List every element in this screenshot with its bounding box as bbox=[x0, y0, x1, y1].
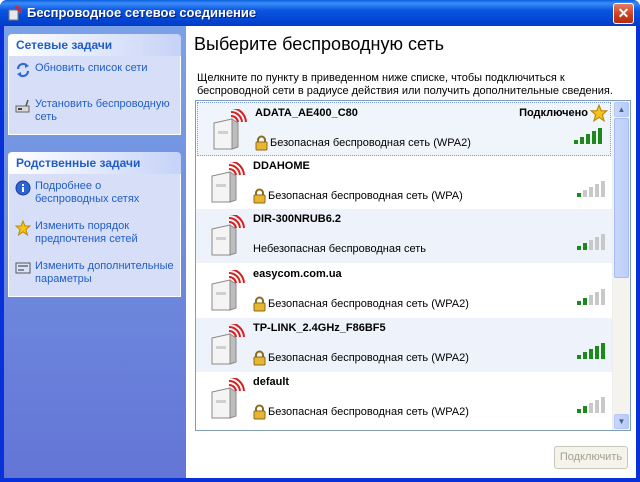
wireless-router-icon bbox=[211, 215, 245, 256]
refresh-network-list-label: Обновить список сети bbox=[35, 62, 148, 74]
close-button[interactable]: ✕ bbox=[613, 3, 634, 24]
network-ssid: DIR-300NRUB6.2 bbox=[253, 213, 342, 225]
security-type: Безопасная беспроводная сеть (WPA2) bbox=[268, 406, 469, 418]
wireless-network-icon bbox=[8, 5, 22, 21]
setup-network-icon bbox=[15, 99, 30, 113]
lock-icon bbox=[255, 135, 268, 151]
learn-about-wireless-link[interactable]: Подробнее о беспроводных сетях bbox=[9, 180, 180, 214]
network-ssid: easycom.com.ua bbox=[253, 268, 342, 280]
setup-wireless-network-link[interactable]: Установить беспроводную сеть bbox=[9, 90, 180, 132]
security-type: Безопасная беспроводная сеть (WPA2) bbox=[268, 298, 469, 310]
network-item[interactable]: TP-LINK_2.4GHz_F86BF5 Безопасная беспров… bbox=[196, 318, 613, 372]
related-tasks-body: Подробнее о беспроводных сетях Изменить … bbox=[8, 174, 181, 297]
connect-button[interactable]: Подключить bbox=[554, 446, 628, 469]
network-tasks-header[interactable]: Сетевые задачи bbox=[8, 34, 181, 56]
security-type: Безопасная беспроводная сеть (WPA) bbox=[268, 190, 463, 202]
wireless-connection-window: Беспроводное сетевое соединение ✕ Сетевы… bbox=[0, 0, 640, 482]
window-title: Беспроводное сетевое соединение bbox=[27, 5, 257, 20]
star-icon bbox=[15, 220, 31, 236]
related-tasks-group: Родственные задачи Подробнее о беспровод… bbox=[8, 152, 181, 297]
wireless-router-icon bbox=[211, 270, 245, 311]
connection-status: Подключено bbox=[519, 107, 588, 119]
wireless-router-icon bbox=[213, 109, 247, 150]
wireless-router-icon bbox=[211, 324, 245, 365]
network-item[interactable]: ADATA_AE400_C80 Подключено Безопасная бе… bbox=[197, 102, 611, 156]
wireless-router-icon bbox=[211, 378, 245, 419]
network-tasks-body: Обновить список сети Установить беспрово… bbox=[8, 56, 181, 135]
lock-icon bbox=[253, 350, 266, 366]
lock-icon bbox=[253, 296, 266, 312]
signal-strength-icon bbox=[577, 234, 605, 250]
network-item[interactable]: DDAHOME Безопасная беспроводная сеть (WP… bbox=[196, 156, 613, 210]
network-ssid: ADATA_AE400_C80 bbox=[255, 107, 358, 119]
main-panel: Выберите беспроводную сеть Щелкните по п… bbox=[187, 26, 636, 478]
lock-icon bbox=[253, 404, 266, 420]
network-item[interactable]: easycom.com.ua Безопасная беспроводная с… bbox=[196, 264, 613, 318]
scroll-down-button[interactable]: ▼ bbox=[614, 414, 629, 429]
wireless-router-icon bbox=[211, 162, 245, 203]
signal-strength-icon bbox=[577, 181, 605, 197]
setup-wireless-network-label: Установить беспроводную сеть bbox=[35, 98, 170, 123]
signal-strength-icon bbox=[574, 128, 602, 144]
page-title: Выберите беспроводную сеть bbox=[194, 34, 445, 54]
security-type: Безопасная беспроводная сеть (WPA2) bbox=[268, 352, 469, 364]
related-tasks-header[interactable]: Родственные задачи bbox=[8, 152, 181, 174]
title-bar[interactable]: Беспроводное сетевое соединение ✕ bbox=[0, 0, 640, 26]
security-type: Небезопасная беспроводная сеть bbox=[253, 243, 427, 255]
window-client: Сетевые задачи Обновить список сети Уста… bbox=[4, 26, 636, 478]
change-advanced-settings-link[interactable]: Изменить дополнительные параметры bbox=[9, 254, 180, 294]
scroll-up-button[interactable]: ▲ bbox=[614, 102, 629, 117]
preferred-star-icon bbox=[590, 104, 608, 122]
learn-about-wireless-label: Подробнее о беспроводных сетях bbox=[35, 180, 140, 205]
vertical-scrollbar[interactable]: ▲ ▼ bbox=[612, 101, 630, 430]
settings-icon bbox=[15, 262, 31, 274]
network-item[interactable]: DIR-300NRUB6.2 Небезопасная беспроводная… bbox=[196, 209, 613, 263]
signal-strength-icon bbox=[577, 343, 605, 359]
network-ssid: default bbox=[253, 376, 290, 388]
task-pane: Сетевые задачи Обновить список сети Уста… bbox=[4, 26, 186, 478]
lock-icon bbox=[253, 188, 266, 204]
network-tasks-group: Сетевые задачи Обновить список сети Уста… bbox=[8, 34, 181, 135]
info-icon bbox=[15, 180, 31, 196]
refresh-icon bbox=[16, 62, 30, 78]
network-ssid: TP-LINK_2.4GHz_F86BF5 bbox=[253, 322, 386, 334]
signal-strength-icon bbox=[577, 289, 605, 305]
signal-strength-icon bbox=[577, 397, 605, 413]
change-preferred-order-label: Изменить порядок предпочтения сетей bbox=[35, 220, 138, 245]
change-advanced-settings-label: Изменить дополнительные параметры bbox=[35, 260, 174, 285]
network-item[interactable]: default Безопасная беспроводная сеть (WP… bbox=[196, 372, 613, 426]
security-type: Безопасная беспроводная сеть (WPA2) bbox=[270, 137, 471, 149]
network-ssid: DDAHOME bbox=[253, 160, 310, 172]
change-preferred-order-link[interactable]: Изменить порядок предпочтения сетей bbox=[9, 214, 180, 254]
instruction-text: Щелкните по пункту в приведенном ниже сп… bbox=[197, 72, 613, 97]
scroll-thumb[interactable] bbox=[614, 118, 629, 278]
network-list[interactable]: ADATA_AE400_C80 Подключено Безопасная бе… bbox=[195, 100, 631, 431]
refresh-network-list-link[interactable]: Обновить список сети bbox=[9, 62, 180, 90]
